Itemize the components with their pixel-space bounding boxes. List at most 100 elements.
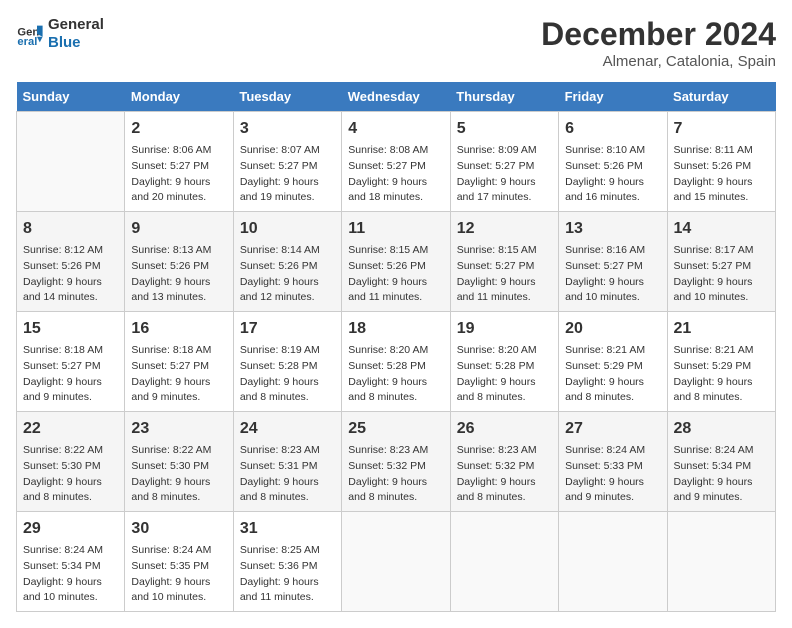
calendar-header-row: Sunday Monday Tuesday Wednesday Thursday… (17, 82, 776, 112)
calendar-cell: 31 Sunrise: 8:25 AM Sunset: 5:36 PM Dayl… (233, 512, 341, 612)
day-number: 30 (131, 517, 226, 541)
day-number: 18 (348, 317, 443, 341)
day-number: 27 (565, 417, 660, 441)
day-info: Sunrise: 8:10 AM Sunset: 5:26 PM Dayligh… (565, 143, 660, 206)
calendar-cell: 22 Sunrise: 8:22 AM Sunset: 5:30 PM Dayl… (17, 412, 125, 512)
day-info: Sunrise: 8:08 AM Sunset: 5:27 PM Dayligh… (348, 143, 443, 206)
day-number: 14 (674, 217, 769, 241)
calendar-table: Sunday Monday Tuesday Wednesday Thursday… (16, 82, 776, 612)
calendar-cell: 9 Sunrise: 8:13 AM Sunset: 5:26 PM Dayli… (125, 212, 233, 312)
header-friday: Friday (559, 82, 667, 112)
header-thursday: Thursday (450, 82, 558, 112)
calendar-cell: 8 Sunrise: 8:12 AM Sunset: 5:26 PM Dayli… (17, 212, 125, 312)
calendar-cell (559, 512, 667, 612)
day-number: 12 (457, 217, 552, 241)
day-info: Sunrise: 8:22 AM Sunset: 5:30 PM Dayligh… (131, 443, 226, 506)
calendar-cell: 4 Sunrise: 8:08 AM Sunset: 5:27 PM Dayli… (342, 112, 450, 212)
calendar-cell: 13 Sunrise: 8:16 AM Sunset: 5:27 PM Dayl… (559, 212, 667, 312)
logo-icon: Gen eral (16, 20, 44, 48)
calendar-cell: 14 Sunrise: 8:17 AM Sunset: 5:27 PM Dayl… (667, 212, 775, 312)
logo-text-line2: Blue (48, 34, 104, 52)
day-info: Sunrise: 8:06 AM Sunset: 5:27 PM Dayligh… (131, 143, 226, 206)
subtitle: Almenar, Catalonia, Spain (541, 53, 776, 70)
day-info: Sunrise: 8:24 AM Sunset: 5:34 PM Dayligh… (674, 443, 769, 506)
calendar-row: 2 Sunrise: 8:06 AM Sunset: 5:27 PM Dayli… (17, 112, 776, 212)
calendar-cell: 27 Sunrise: 8:24 AM Sunset: 5:33 PM Dayl… (559, 412, 667, 512)
day-number: 23 (131, 417, 226, 441)
day-number: 22 (23, 417, 118, 441)
day-info: Sunrise: 8:18 AM Sunset: 5:27 PM Dayligh… (23, 343, 118, 406)
calendar-cell: 17 Sunrise: 8:19 AM Sunset: 5:28 PM Dayl… (233, 312, 341, 412)
header-monday: Monday (125, 82, 233, 112)
calendar-cell: 29 Sunrise: 8:24 AM Sunset: 5:34 PM Dayl… (17, 512, 125, 612)
day-number: 16 (131, 317, 226, 341)
day-number: 13 (565, 217, 660, 241)
svg-text:eral: eral (17, 36, 37, 48)
calendar-cell: 12 Sunrise: 8:15 AM Sunset: 5:27 PM Dayl… (450, 212, 558, 312)
header-tuesday: Tuesday (233, 82, 341, 112)
calendar-cell (450, 512, 558, 612)
main-title: December 2024 (541, 16, 776, 53)
calendar-cell: 7 Sunrise: 8:11 AM Sunset: 5:26 PM Dayli… (667, 112, 775, 212)
calendar-cell: 18 Sunrise: 8:20 AM Sunset: 5:28 PM Dayl… (342, 312, 450, 412)
day-number: 31 (240, 517, 335, 541)
logo: Gen eral General Blue (16, 16, 104, 52)
day-info: Sunrise: 8:24 AM Sunset: 5:35 PM Dayligh… (131, 543, 226, 606)
calendar-row: 22 Sunrise: 8:22 AM Sunset: 5:30 PM Dayl… (17, 412, 776, 512)
day-info: Sunrise: 8:24 AM Sunset: 5:34 PM Dayligh… (23, 543, 118, 606)
page-header: Gen eral General Blue December 2024 Alme… (16, 16, 776, 70)
day-number: 5 (457, 117, 552, 141)
day-info: Sunrise: 8:23 AM Sunset: 5:32 PM Dayligh… (457, 443, 552, 506)
calendar-cell: 19 Sunrise: 8:20 AM Sunset: 5:28 PM Dayl… (450, 312, 558, 412)
day-number: 4 (348, 117, 443, 141)
calendar-cell: 30 Sunrise: 8:24 AM Sunset: 5:35 PM Dayl… (125, 512, 233, 612)
calendar-cell: 16 Sunrise: 8:18 AM Sunset: 5:27 PM Dayl… (125, 312, 233, 412)
day-number: 8 (23, 217, 118, 241)
calendar-cell: 15 Sunrise: 8:18 AM Sunset: 5:27 PM Dayl… (17, 312, 125, 412)
day-info: Sunrise: 8:23 AM Sunset: 5:32 PM Dayligh… (348, 443, 443, 506)
calendar-cell: 26 Sunrise: 8:23 AM Sunset: 5:32 PM Dayl… (450, 412, 558, 512)
calendar-cell: 21 Sunrise: 8:21 AM Sunset: 5:29 PM Dayl… (667, 312, 775, 412)
day-info: Sunrise: 8:07 AM Sunset: 5:27 PM Dayligh… (240, 143, 335, 206)
day-number: 9 (131, 217, 226, 241)
calendar-cell: 3 Sunrise: 8:07 AM Sunset: 5:27 PM Dayli… (233, 112, 341, 212)
day-info: Sunrise: 8:17 AM Sunset: 5:27 PM Dayligh… (674, 243, 769, 306)
day-info: Sunrise: 8:18 AM Sunset: 5:27 PM Dayligh… (131, 343, 226, 406)
day-number: 11 (348, 217, 443, 241)
day-number: 19 (457, 317, 552, 341)
calendar-cell: 2 Sunrise: 8:06 AM Sunset: 5:27 PM Dayli… (125, 112, 233, 212)
calendar-row: 29 Sunrise: 8:24 AM Sunset: 5:34 PM Dayl… (17, 512, 776, 612)
day-info: Sunrise: 8:15 AM Sunset: 5:27 PM Dayligh… (457, 243, 552, 306)
day-number: 2 (131, 117, 226, 141)
day-number: 15 (23, 317, 118, 341)
day-info: Sunrise: 8:19 AM Sunset: 5:28 PM Dayligh… (240, 343, 335, 406)
day-number: 25 (348, 417, 443, 441)
day-info: Sunrise: 8:09 AM Sunset: 5:27 PM Dayligh… (457, 143, 552, 206)
day-info: Sunrise: 8:20 AM Sunset: 5:28 PM Dayligh… (348, 343, 443, 406)
calendar-cell: 11 Sunrise: 8:15 AM Sunset: 5:26 PM Dayl… (342, 212, 450, 312)
day-info: Sunrise: 8:15 AM Sunset: 5:26 PM Dayligh… (348, 243, 443, 306)
day-number: 20 (565, 317, 660, 341)
calendar-cell (667, 512, 775, 612)
calendar-cell: 23 Sunrise: 8:22 AM Sunset: 5:30 PM Dayl… (125, 412, 233, 512)
header-sunday: Sunday (17, 82, 125, 112)
calendar-cell: 24 Sunrise: 8:23 AM Sunset: 5:31 PM Dayl… (233, 412, 341, 512)
day-info: Sunrise: 8:21 AM Sunset: 5:29 PM Dayligh… (565, 343, 660, 406)
day-number: 7 (674, 117, 769, 141)
day-number: 17 (240, 317, 335, 341)
calendar-cell: 28 Sunrise: 8:24 AM Sunset: 5:34 PM Dayl… (667, 412, 775, 512)
calendar-cell: 25 Sunrise: 8:23 AM Sunset: 5:32 PM Dayl… (342, 412, 450, 512)
header-wednesday: Wednesday (342, 82, 450, 112)
day-info: Sunrise: 8:22 AM Sunset: 5:30 PM Dayligh… (23, 443, 118, 506)
logo-text-line1: General (48, 16, 104, 34)
day-info: Sunrise: 8:11 AM Sunset: 5:26 PM Dayligh… (674, 143, 769, 206)
calendar-cell: 6 Sunrise: 8:10 AM Sunset: 5:26 PM Dayli… (559, 112, 667, 212)
title-section: December 2024 Almenar, Catalonia, Spain (541, 16, 776, 70)
day-info: Sunrise: 8:12 AM Sunset: 5:26 PM Dayligh… (23, 243, 118, 306)
calendar-row: 15 Sunrise: 8:18 AM Sunset: 5:27 PM Dayl… (17, 312, 776, 412)
calendar-cell: 20 Sunrise: 8:21 AM Sunset: 5:29 PM Dayl… (559, 312, 667, 412)
day-number: 24 (240, 417, 335, 441)
day-number: 28 (674, 417, 769, 441)
calendar-cell: 10 Sunrise: 8:14 AM Sunset: 5:26 PM Dayl… (233, 212, 341, 312)
header-saturday: Saturday (667, 82, 775, 112)
